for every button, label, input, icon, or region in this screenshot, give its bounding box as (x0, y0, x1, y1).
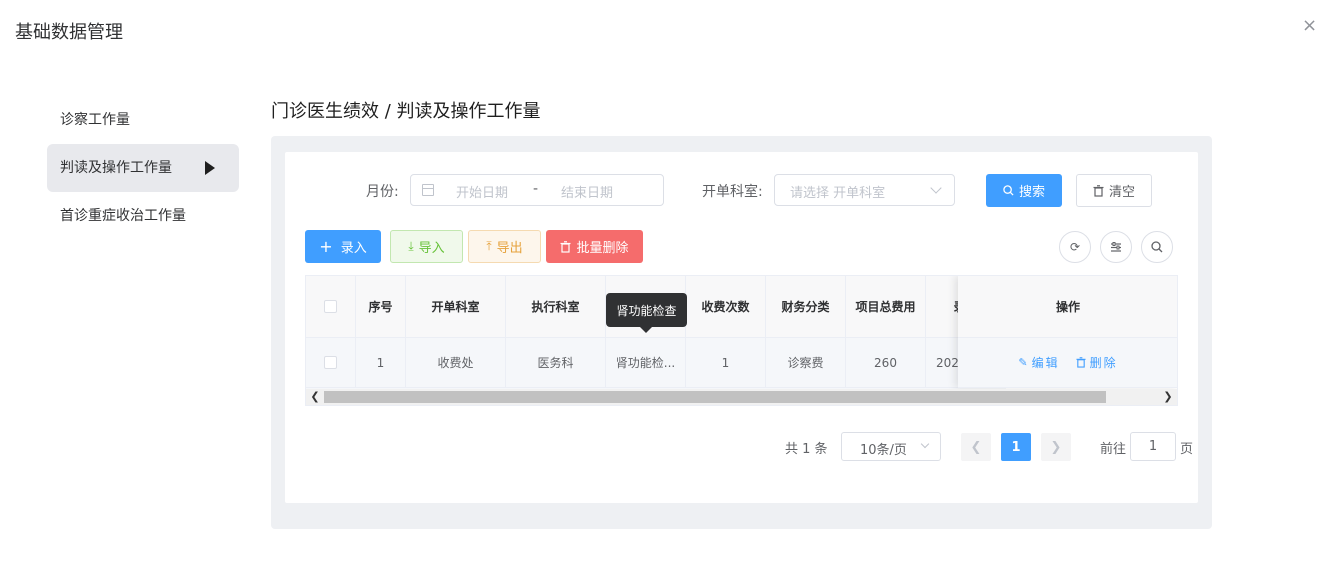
horizontal-scrollbar[interactable]: ❮ ❯ (306, 389, 1177, 405)
trash-icon (560, 240, 571, 253)
select-all-cell (306, 276, 356, 338)
scroll-left-icon[interactable]: ❮ (307, 389, 323, 405)
chevron-down-icon (920, 439, 930, 449)
select-all-checkbox[interactable] (324, 300, 337, 313)
sidebar-item-first-visit-severe[interactable]: 首诊重症收治工作量 (47, 192, 239, 240)
dept-select[interactable]: 请选择 开单科室 (774, 174, 955, 206)
import-button[interactable]: ⤓ 导入 (390, 230, 463, 263)
import-button-label: 导入 (418, 241, 445, 256)
sidebar-item-reading-operation[interactable]: 判读及操作工作量 (47, 144, 239, 192)
sidebar-item-consultation[interactable]: 诊察工作量 (47, 96, 239, 144)
add-button-label: 录入 (340, 241, 367, 256)
delete-button[interactable]: 删除 (1076, 354, 1118, 371)
table-cell[interactable]: 肾功能检... (606, 338, 686, 388)
dept-label: 开单科室: (702, 184, 763, 200)
scroll-right-icon[interactable]: ❯ (1160, 389, 1176, 405)
table-cell: 1 (356, 338, 406, 388)
table-cell: 收费处 (406, 338, 506, 388)
page-size-value: 10条/页 (860, 443, 907, 458)
refresh-icon[interactable]: ⟳ (1059, 231, 1091, 263)
row-checkbox[interactable] (324, 356, 337, 369)
month-range-picker[interactable]: 开始日期 - 结束日期 (410, 174, 664, 206)
end-date-input[interactable]: 结束日期 (561, 182, 613, 201)
filter-icon[interactable] (1100, 231, 1132, 263)
trash-icon (1076, 357, 1086, 368)
caret-right-icon (205, 161, 215, 175)
export-button-label: 导出 (496, 241, 523, 256)
download-icon: ⤓ (408, 239, 414, 253)
table-cell: 260 (846, 338, 926, 388)
sidebar-item-label: 判读及操作工作量 (60, 160, 172, 176)
prev-page-button[interactable]: ❮ (961, 433, 991, 461)
breadcrumb: 门诊医生绩效 / 判读及操作工作量 (271, 101, 541, 122)
upload-icon: ⤒ (486, 239, 492, 253)
range-separator: - (533, 181, 539, 197)
column-header: 执行科室 (506, 276, 606, 338)
column-header: 序号 (356, 276, 406, 338)
edit-icon: ✎ (1018, 356, 1028, 369)
content-card: 月份: 开始日期 - 结束日期 开单科室: 请选择 开单科室 搜索 清空 + 录… (285, 152, 1198, 503)
start-date-input[interactable]: 开始日期 (456, 182, 508, 201)
search-button[interactable]: 搜索 (986, 174, 1062, 207)
sidebar-item-label: 首诊重症收治工作量 (60, 208, 186, 224)
row-select-cell (306, 338, 356, 388)
content-panel: 月份: 开始日期 - 结束日期 开单科室: 请选择 开单科室 搜索 清空 + 录… (271, 136, 1212, 529)
table-cell: 1 (686, 338, 766, 388)
export-button[interactable]: ⤒ 导出 (468, 230, 541, 263)
column-header: 开单科室 (406, 276, 506, 338)
add-button[interactable]: + 录入 (305, 230, 381, 263)
close-icon[interactable]: × (1302, 16, 1317, 36)
page-number[interactable]: 1 (1001, 433, 1031, 461)
operation-column: 操作 ✎ 编辑 删除 (958, 276, 1177, 388)
data-table: 序号 开单科室 执行科室 收费次数 财务分类 项目总费用 录入 1 收费处 医务… (305, 275, 1178, 406)
table-cell: 诊察费 (766, 338, 846, 388)
edit-button-label: 编辑 (1031, 356, 1060, 370)
next-page-button[interactable]: ❯ (1041, 433, 1071, 461)
page-size-select[interactable]: 10条/页 (841, 432, 941, 461)
batch-delete-button-label: 批量删除 (576, 241, 629, 256)
sidebar-item-label: 诊察工作量 (60, 112, 130, 128)
goto-unit: 页 (1180, 442, 1194, 457)
pagination-total: 共 1 条 (785, 442, 828, 457)
calendar-icon (422, 184, 434, 196)
dialog-title: 基础数据管理 (15, 22, 123, 43)
column-header: 项目总费用 (846, 276, 926, 338)
trash-icon (1093, 184, 1104, 197)
chevron-down-icon (930, 182, 942, 194)
sidebar: 诊察工作量 判读及操作工作量 首诊重症收治工作量 (47, 96, 239, 240)
goto-label: 前往 (1100, 442, 1127, 457)
plus-icon: + (319, 237, 333, 256)
clear-button[interactable]: 清空 (1076, 174, 1152, 207)
search-icon (1003, 185, 1014, 196)
operation-cell: ✎ 编辑 删除 (958, 338, 1177, 388)
delete-button-label: 删除 (1089, 356, 1118, 370)
goto-page-input[interactable] (1130, 432, 1176, 461)
month-label: 月份: (366, 184, 399, 200)
column-header: 收费次数 (686, 276, 766, 338)
scrollbar-thumb[interactable] (324, 391, 1106, 403)
column-header: 操作 (958, 276, 1177, 338)
batch-delete-button[interactable]: 批量删除 (546, 230, 643, 263)
clear-button-label: 清空 (1108, 185, 1135, 200)
search-button-label: 搜索 (1018, 185, 1045, 200)
edit-button[interactable]: ✎ 编辑 (1018, 354, 1059, 371)
dept-select-placeholder: 请选择 开单科室 (790, 186, 886, 201)
search-icon[interactable] (1141, 231, 1173, 263)
table-cell: 医务科 (506, 338, 606, 388)
column-header: 财务分类 (766, 276, 846, 338)
cell-tooltip: 肾功能检查 (606, 293, 687, 333)
